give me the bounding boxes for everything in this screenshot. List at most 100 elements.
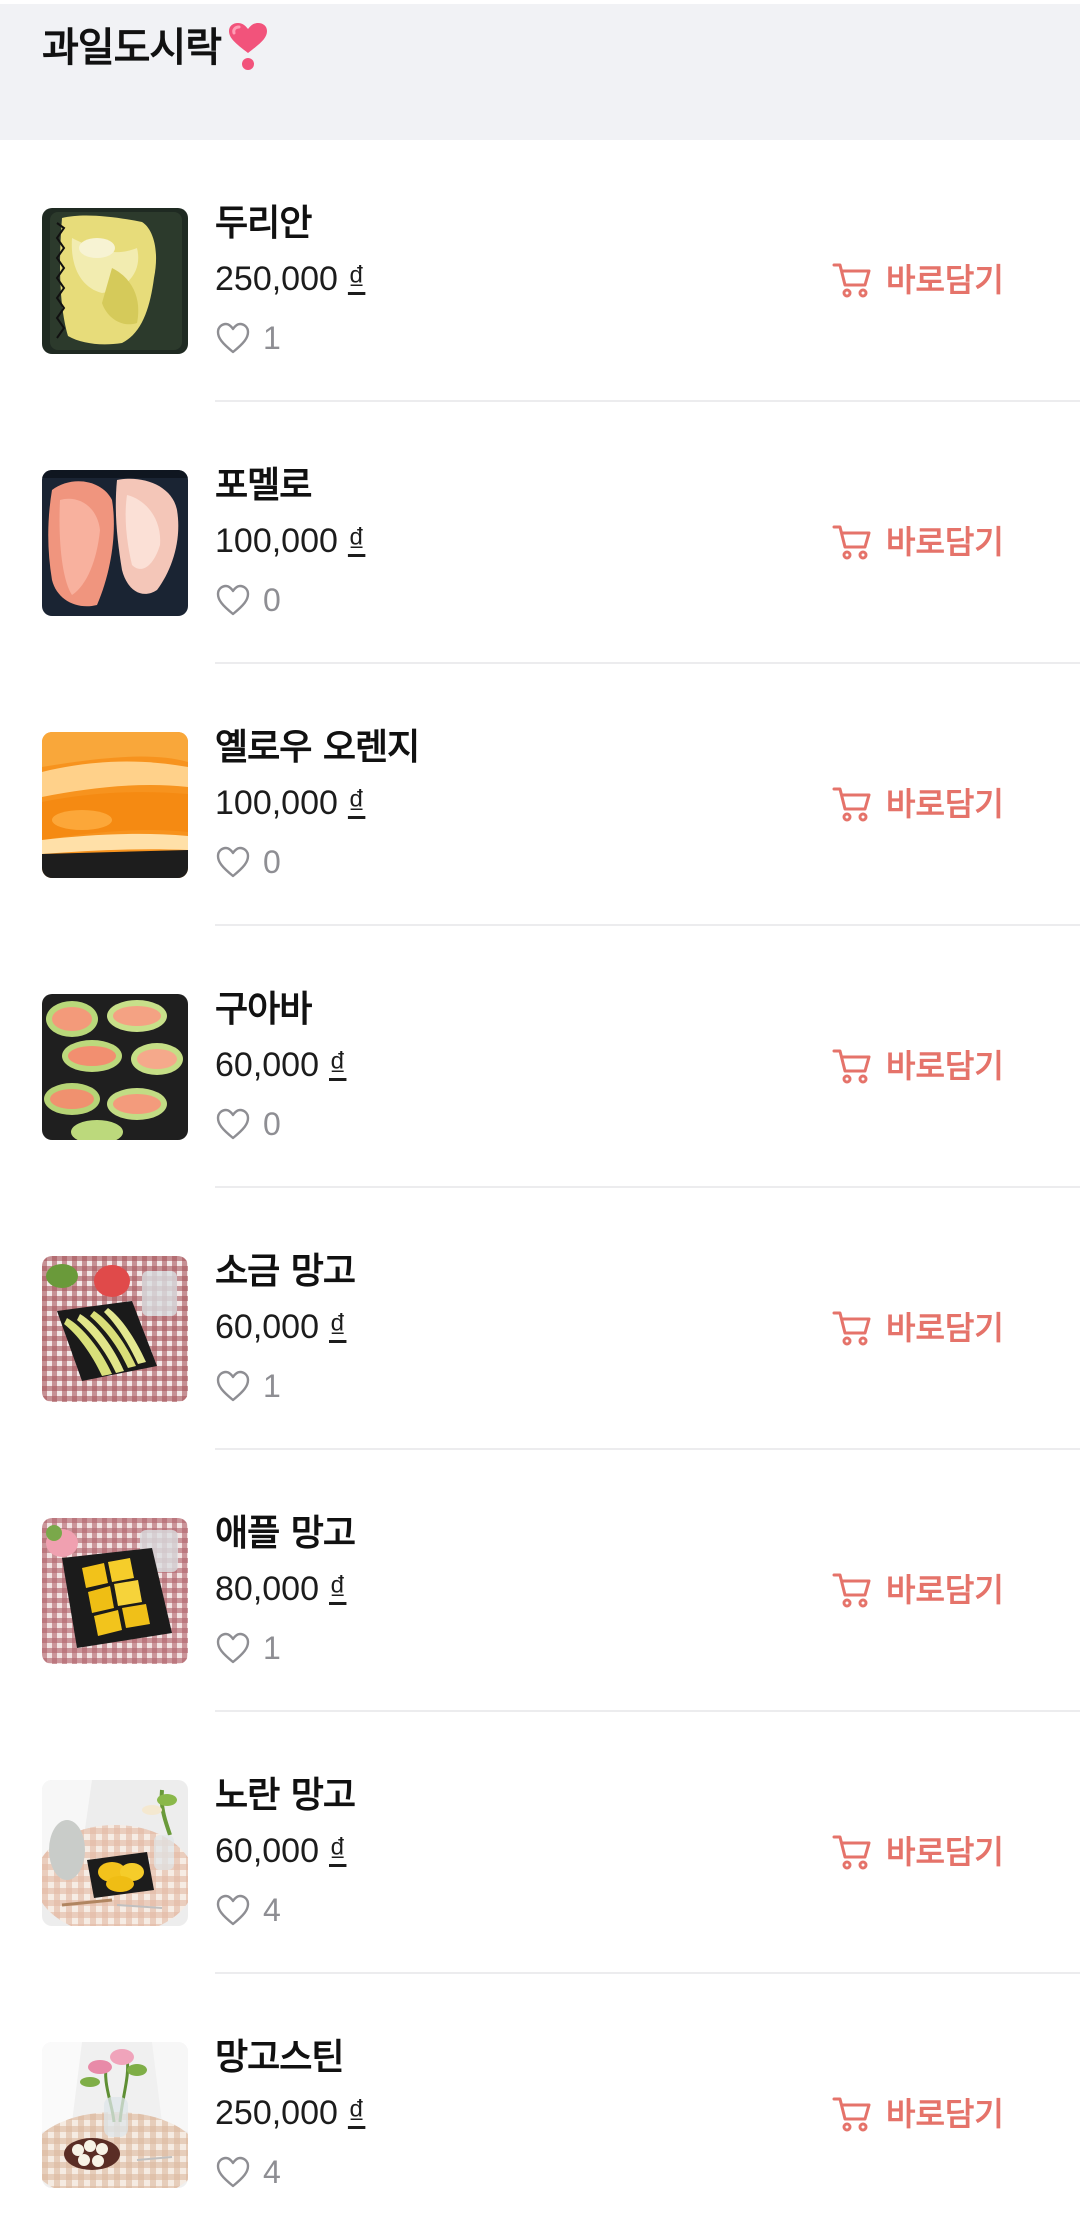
cart-icon — [832, 1573, 871, 1608]
currency-symbol: ₫ — [329, 1308, 347, 1346]
like-count-value: 0 — [263, 582, 281, 618]
like-count[interactable]: 1 — [215, 316, 281, 360]
add-to-cart-label: 바로담기 — [886, 1571, 1004, 1609]
price-value: 60,000 — [215, 1308, 319, 1346]
product-item[interactable]: 소금 망고 60,000 ₫ 1 바로담기 — [0, 1188, 1080, 1450]
add-to-cart-button[interactable]: 바로담기 — [832, 258, 1004, 302]
product-price: 80,000 ₫ — [215, 1566, 346, 1612]
salt-mango-photo[interactable] — [42, 1256, 188, 1402]
product-item[interactable]: 노란 망고 60,000 ₫ 4 바로담기 — [0, 1712, 1080, 1974]
add-to-cart-label: 바로담기 — [886, 523, 1004, 561]
like-count[interactable]: 0 — [215, 1102, 281, 1146]
add-to-cart-button[interactable]: 바로담기 — [832, 2092, 1004, 2136]
cart-icon — [832, 1311, 871, 1346]
pomelo-photo[interactable] — [42, 470, 188, 616]
like-count[interactable]: 1 — [215, 1626, 281, 1670]
product-name: 포멜로 — [215, 465, 312, 506]
currency-symbol: ₫ — [329, 1832, 347, 1870]
currency-symbol: ₫ — [347, 784, 366, 822]
like-count-value: 1 — [263, 1368, 281, 1404]
currency-symbol: ₫ — [347, 522, 366, 560]
like-count[interactable]: 0 — [215, 578, 281, 622]
add-to-cart-button[interactable]: 바로담기 — [832, 1306, 1004, 1350]
cart-icon — [832, 787, 871, 822]
heart-outline-icon[interactable] — [215, 1107, 251, 1141]
product-name: 두리안 — [215, 203, 312, 244]
app-header: 과일도시락 — [0, 0, 1080, 140]
currency-symbol: ₫ — [347, 260, 366, 298]
product-price: 60,000 ₫ — [215, 1828, 346, 1874]
price-value: 60,000 — [215, 1046, 319, 1084]
product-price: 100,000 ₫ — [215, 780, 365, 826]
product-name: 애플 망고 — [215, 1513, 356, 1554]
cart-icon — [832, 525, 871, 560]
cart-icon — [832, 1835, 871, 1870]
heart-outline-icon[interactable] — [215, 2155, 251, 2189]
like-count-value: 1 — [263, 320, 281, 356]
product-price: 100,000 ₫ — [215, 518, 365, 564]
product-item[interactable]: 옐로우 오렌지 100,000 ₫ 0 바로담기 — [0, 664, 1080, 926]
product-name: 망고스틴 — [215, 2037, 344, 2078]
like-count[interactable]: 1 — [215, 1364, 281, 1408]
product-item[interactable]: 애플 망고 80,000 ₫ 1 바로담기 — [0, 1450, 1080, 1712]
product-item[interactable]: 포멜로 100,000 ₫ 0 바로담기 — [0, 402, 1080, 664]
heart-outline-icon[interactable] — [215, 1631, 251, 1665]
currency-symbol: ₫ — [347, 2094, 366, 2132]
product-price: 250,000 ₫ — [215, 256, 365, 302]
heart-outline-icon[interactable] — [215, 1893, 251, 1927]
like-count-value: 1 — [263, 1630, 281, 1666]
product-price: 250,000 ₫ — [215, 2090, 365, 2136]
price-value: 80,000 — [215, 1570, 319, 1608]
like-count[interactable]: 4 — [215, 2150, 281, 2194]
add-to-cart-button[interactable]: 바로담기 — [832, 1044, 1004, 1088]
product-name: 구아바 — [215, 989, 312, 1030]
product-list: 두리안 250,000 ₫ 1 바로담기 포멜로 100,000 ₫ 0 바로담… — [0, 140, 1080, 2236]
add-to-cart-label: 바로담기 — [886, 1833, 1004, 1871]
like-count-value: 0 — [263, 844, 281, 880]
product-price: 60,000 ₫ — [215, 1304, 346, 1350]
add-to-cart-label: 바로담기 — [886, 1309, 1004, 1347]
add-to-cart-button[interactable]: 바로담기 — [832, 1830, 1004, 1874]
add-to-cart-button[interactable]: 바로담기 — [832, 1568, 1004, 1612]
like-count-value: 4 — [263, 1892, 281, 1928]
product-item[interactable]: 두리안 250,000 ₫ 1 바로담기 — [0, 140, 1080, 402]
add-to-cart-label: 바로담기 — [886, 2095, 1004, 2133]
product-name: 소금 망고 — [215, 1251, 356, 1292]
add-to-cart-label: 바로담기 — [886, 1047, 1004, 1085]
heart-outline-icon[interactable] — [215, 583, 251, 617]
orange-photo[interactable] — [42, 732, 188, 878]
product-price: 60,000 ₫ — [215, 1042, 346, 1088]
apple-mango-photo[interactable] — [42, 1518, 188, 1664]
page-title-text: 과일도시락 — [42, 25, 222, 71]
heart-outline-icon[interactable] — [215, 321, 251, 355]
product-name: 노란 망고 — [215, 1775, 356, 1816]
heart-outline-icon[interactable] — [215, 845, 251, 879]
price-value: 250,000 — [215, 260, 338, 298]
cart-icon — [832, 263, 871, 298]
currency-symbol: ₫ — [329, 1046, 347, 1084]
add-to-cart-label: 바로담기 — [886, 261, 1004, 299]
guava-photo[interactable] — [42, 994, 188, 1140]
like-count-value: 4 — [263, 2154, 281, 2190]
durian-photo[interactable] — [42, 208, 188, 354]
heart-outline-icon[interactable] — [215, 1369, 251, 1403]
add-to-cart-button[interactable]: 바로담기 — [832, 782, 1004, 826]
price-value: 100,000 — [215, 784, 338, 822]
page-title: 과일도시락 — [42, 18, 271, 78]
heart-emoji-icon — [229, 23, 267, 70]
product-item[interactable]: 구아바 60,000 ₫ 0 바로담기 — [0, 926, 1080, 1188]
product-item[interactable]: 망고스틴 250,000 ₫ 4 바로담기 — [0, 1974, 1080, 2236]
cart-icon — [832, 2097, 871, 2132]
like-count[interactable]: 4 — [215, 1888, 281, 1932]
cart-icon — [832, 1049, 871, 1084]
add-to-cart-button[interactable]: 바로담기 — [832, 520, 1004, 564]
mangosteen-photo[interactable] — [42, 2042, 188, 2188]
product-name: 옐로우 오렌지 — [215, 727, 420, 768]
add-to-cart-label: 바로담기 — [886, 785, 1004, 823]
yellow-mango-photo[interactable] — [42, 1780, 188, 1926]
like-count[interactable]: 0 — [215, 840, 281, 884]
price-value: 250,000 — [215, 2094, 338, 2132]
price-value: 60,000 — [215, 1832, 319, 1870]
currency-symbol: ₫ — [329, 1570, 347, 1608]
like-count-value: 0 — [263, 1106, 281, 1142]
